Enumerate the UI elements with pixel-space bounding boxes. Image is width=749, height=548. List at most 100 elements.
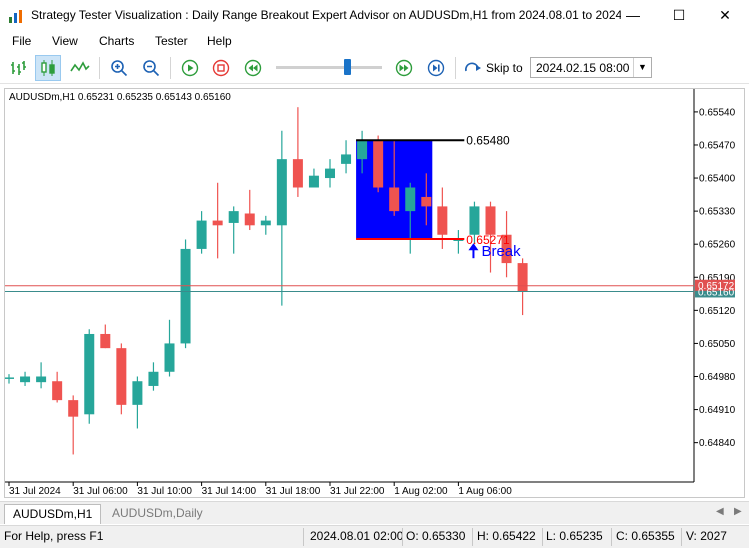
zoom-out-icon bbox=[143, 60, 160, 77]
candle bbox=[453, 230, 464, 254]
status-divider bbox=[542, 528, 543, 546]
tab-audusd-h1[interactable]: AUDUSDm,H1 bbox=[4, 504, 102, 524]
speed-up-button[interactable] bbox=[391, 55, 417, 81]
candle bbox=[84, 329, 95, 424]
candles bbox=[5, 107, 528, 455]
status-close: C: 0.65355 bbox=[616, 529, 675, 543]
line-chart-button[interactable] bbox=[67, 55, 93, 81]
zoom-out-button[interactable] bbox=[138, 55, 164, 81]
menu-view[interactable]: View bbox=[52, 34, 78, 48]
candle bbox=[244, 189, 255, 231]
candle bbox=[5, 374, 14, 384]
chart-window[interactable]: 0.65540 0.65470 0.65400 0.65330 0.65260 0.651… bbox=[4, 88, 745, 498]
candle bbox=[196, 211, 207, 254]
menu-file[interactable]: File bbox=[12, 34, 31, 48]
status-high: H: 0.65422 bbox=[477, 529, 536, 543]
time-tick-label: 31 Jul 14:00 bbox=[202, 486, 257, 497]
candle bbox=[148, 362, 159, 391]
title-bar: Strategy Tester Visualization : Daily Ra… bbox=[0, 0, 749, 31]
candle bbox=[164, 319, 175, 377]
app-icon bbox=[9, 10, 22, 23]
price-tick-label: 0.65330 bbox=[699, 207, 736, 218]
price-tick-label: 0.65120 bbox=[699, 306, 736, 317]
toolbar-separator bbox=[170, 57, 171, 79]
chart-tabs: AUDUSDm,H1 AUDUSDm,Daily ◀ ▶ bbox=[0, 501, 749, 524]
step-forward-button[interactable] bbox=[423, 55, 449, 81]
status-divider bbox=[472, 528, 473, 546]
menu-bar: File View Charts Tester Help bbox=[0, 31, 749, 51]
candle bbox=[373, 135, 384, 193]
stop-button[interactable] bbox=[208, 55, 234, 81]
time-tick-label: 31 Jul 18:00 bbox=[266, 486, 321, 497]
candle bbox=[68, 395, 79, 455]
bid-price-label: 0.65160 bbox=[698, 287, 735, 298]
menu-tester[interactable]: Tester bbox=[155, 34, 188, 48]
time-tick-label: 1 Aug 02:00 bbox=[394, 486, 448, 497]
maximize-button[interactable]: ☐ bbox=[656, 0, 702, 31]
play-button[interactable] bbox=[177, 55, 203, 81]
break-label: Break bbox=[481, 243, 521, 260]
bar-chart-button[interactable] bbox=[5, 55, 31, 81]
candle bbox=[308, 168, 319, 188]
price-tick-label: 0.64910 bbox=[699, 405, 736, 416]
time-tick-label: 31 Jul 2024 bbox=[9, 486, 61, 497]
time-tick-label: 31 Jul 06:00 bbox=[73, 486, 128, 497]
price-tick-label: 0.65540 bbox=[699, 107, 736, 118]
speed-slider-thumb[interactable] bbox=[344, 59, 352, 75]
time-tick-label: 31 Jul 10:00 bbox=[137, 486, 192, 497]
slow-down-button[interactable] bbox=[240, 55, 266, 81]
candle bbox=[325, 159, 335, 188]
time-tick-label: 31 Jul 22:00 bbox=[330, 486, 385, 497]
skip-to-button[interactable] bbox=[460, 55, 486, 81]
candle bbox=[260, 215, 271, 235]
toolbar-separator bbox=[99, 57, 100, 79]
skip-to-label: Skip to bbox=[486, 61, 523, 75]
time-axis: 31 Jul 2024 31 Jul 06:00 31 Jul 10:00 31 Ju… bbox=[8, 482, 512, 497]
candle bbox=[228, 206, 239, 254]
status-divider bbox=[611, 528, 612, 546]
speed-slider-track[interactable] bbox=[276, 66, 382, 69]
minimize-button[interactable]: — bbox=[610, 0, 656, 31]
chevron-left-icon[interactable]: ◀ bbox=[716, 506, 724, 517]
status-bar: For Help, press F1 2024.08.01 02:00 O: 0… bbox=[0, 525, 749, 548]
price-tick-label: 0.65400 bbox=[699, 174, 736, 185]
candle bbox=[36, 362, 47, 389]
fast-forward-icon bbox=[395, 59, 413, 77]
tab-audusd-daily[interactable]: AUDUSDm,Daily bbox=[104, 504, 211, 523]
candlestick-chart-button[interactable] bbox=[35, 55, 61, 81]
price-tick-label: 0.64980 bbox=[699, 372, 736, 383]
skip-to-date-select[interactable]: 2024.02.15 08:00 ▼ bbox=[530, 57, 652, 78]
chart-info-label: AUDUSDm,H1 0.65231 0.65235 0.65143 0.651… bbox=[9, 92, 231, 103]
candle bbox=[341, 140, 352, 174]
price-tick-label: 0.64840 bbox=[699, 438, 736, 449]
candle bbox=[20, 371, 31, 386]
menu-charts[interactable]: Charts bbox=[99, 34, 134, 48]
status-help: For Help, press F1 bbox=[4, 529, 104, 543]
menu-help[interactable]: Help bbox=[207, 34, 232, 48]
candlestick-icon bbox=[41, 60, 55, 76]
candle bbox=[276, 130, 287, 306]
line-chart-icon bbox=[70, 61, 90, 72]
status-low: L: 0.65235 bbox=[546, 529, 603, 543]
chevron-down-icon[interactable]: ▼ bbox=[633, 58, 651, 77]
price-axis: 0.65540 0.65470 0.65400 0.65330 0.65260 0.651… bbox=[694, 107, 736, 449]
candle bbox=[52, 371, 63, 403]
price-chart[interactable]: 0.65540 0.65470 0.65400 0.65330 0.65260 0.651… bbox=[5, 89, 744, 497]
play-icon bbox=[181, 59, 199, 77]
status-volume: V: 2027 bbox=[686, 529, 727, 543]
skip-to-icon bbox=[465, 62, 481, 72]
candle bbox=[517, 258, 528, 316]
status-divider bbox=[681, 528, 682, 546]
bar-chart-icon bbox=[11, 61, 26, 75]
time-tick-label: 1 Aug 06:00 bbox=[458, 486, 512, 497]
stop-icon bbox=[212, 59, 230, 77]
candle bbox=[100, 324, 111, 349]
candle bbox=[292, 107, 303, 197]
zoom-in-icon bbox=[111, 60, 128, 77]
candle bbox=[116, 343, 127, 415]
skip-to-date-value: 2024.02.15 08:00 bbox=[536, 61, 630, 75]
zoom-in-button[interactable] bbox=[106, 55, 132, 81]
close-button[interactable]: ✕ bbox=[702, 0, 748, 31]
chevron-right-icon[interactable]: ▶ bbox=[734, 506, 742, 517]
price-tick-label: 0.65260 bbox=[699, 240, 736, 251]
